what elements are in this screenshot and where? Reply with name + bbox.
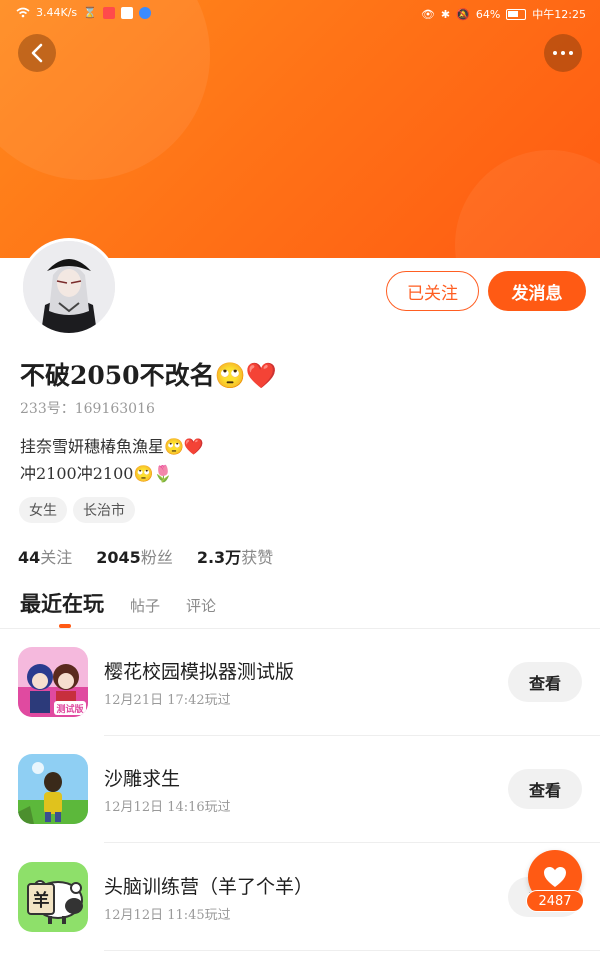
bio-line: 冲2100冲2100🙄🌷 bbox=[20, 464, 174, 483]
net-speed: 3.44K/s bbox=[36, 6, 78, 19]
game-icon-sakura-school: 测试版 bbox=[18, 647, 88, 717]
game-title: 沙雕求生 bbox=[104, 768, 181, 790]
like-count: 2487 bbox=[526, 890, 584, 912]
sheep-char: 羊 bbox=[33, 890, 50, 911]
send-message-button[interactable]: 发消息 bbox=[488, 271, 586, 311]
likes-label: 获赞 bbox=[241, 548, 274, 567]
more-dots-icon bbox=[569, 51, 573, 55]
profile-stats: 44关注 2045粉丝 2.3万获赞 bbox=[18, 544, 273, 568]
view-game-button[interactable]: 查看 bbox=[508, 662, 582, 702]
bio: 挂奈雪妍穗椿魚漁星🙄❤️ 冲2100冲2100🙄🌷 bbox=[20, 433, 204, 487]
hourglass-icon: ⌛ bbox=[83, 6, 97, 19]
followers-stat[interactable]: 2045粉丝 bbox=[96, 544, 173, 568]
game-icon-shadiao-survival bbox=[18, 754, 88, 824]
tab-recently-played[interactable]: 最近在玩 bbox=[20, 588, 104, 618]
tab-comments[interactable]: 评论 bbox=[186, 595, 216, 616]
back-button[interactable] bbox=[18, 34, 56, 72]
bio-line: 挂奈雪妍穗椿魚漁星🙄❤️ bbox=[20, 437, 204, 456]
following-count: 44 bbox=[18, 548, 41, 567]
app-notification-icon bbox=[120, 6, 133, 19]
following-label: 关注 bbox=[40, 548, 73, 567]
gender-tag: 女生 bbox=[19, 497, 67, 523]
app-notification-icon bbox=[102, 6, 115, 19]
followed-button[interactable]: 已关注 bbox=[386, 271, 479, 311]
game-last-played: 12月12日 11:45玩过 bbox=[104, 908, 231, 923]
game-last-played: 12月21日 17:42玩过 bbox=[104, 693, 231, 708]
mute-icon: 🔕 bbox=[456, 7, 470, 21]
profile-banner bbox=[0, 0, 600, 258]
game-list-item[interactable]: 羊 头脑训练营（羊了个羊） 12月12日 11:45玩过 查看 bbox=[0, 862, 600, 960]
heart-icon bbox=[544, 867, 566, 887]
followers-label: 粉丝 bbox=[140, 548, 173, 567]
bluetooth-icon: ✱ bbox=[440, 7, 451, 21]
avatar-image bbox=[23, 241, 115, 333]
battery-percent: 64% bbox=[475, 7, 501, 21]
eye-icon: 👁 bbox=[420, 7, 435, 21]
view-game-button[interactable]: 查看 bbox=[508, 769, 582, 809]
game-list-item[interactable]: 沙雕求生 12月12日 14:16玩过 查看 bbox=[0, 754, 600, 861]
avatar[interactable] bbox=[20, 238, 118, 336]
chevron-left-icon bbox=[31, 43, 43, 63]
divider bbox=[104, 735, 600, 736]
following-stat[interactable]: 44关注 bbox=[18, 544, 72, 568]
game-title: 樱花校园模拟器测试版 bbox=[104, 661, 295, 683]
battery-icon bbox=[506, 8, 527, 20]
followers-count: 2045 bbox=[96, 548, 141, 567]
divider bbox=[104, 950, 600, 951]
location-tag: 长治市 bbox=[73, 497, 135, 523]
tab-posts[interactable]: 帖子 bbox=[130, 595, 160, 616]
divider bbox=[0, 628, 600, 629]
more-button[interactable] bbox=[544, 34, 582, 72]
likes-count: 2.3万 bbox=[196, 548, 242, 567]
game-title: 头脑训练营（羊了个羊） bbox=[104, 876, 314, 898]
app-notification-icon bbox=[138, 6, 151, 19]
more-dots-icon bbox=[553, 51, 557, 55]
likes-stat[interactable]: 2.3万获赞 bbox=[197, 544, 273, 568]
banner-decoration bbox=[0, 0, 210, 180]
more-dots-icon bbox=[561, 51, 565, 55]
game-list-item[interactable]: 测试版 樱花校园模拟器测试版 12月21日 17:42玩过 查看 bbox=[0, 647, 600, 754]
user-id: 233号：169163016 bbox=[20, 401, 155, 417]
game-icon-sheep: 羊 bbox=[18, 862, 88, 932]
banner-decoration bbox=[455, 150, 600, 258]
profile-tabs: 最近在玩 帖子 评论 bbox=[20, 588, 216, 618]
wifi-icon bbox=[16, 7, 30, 18]
game-last-played: 12月12日 14:16玩过 bbox=[104, 800, 231, 815]
test-badge: 测试版 bbox=[56, 703, 83, 715]
status-bar: 3.44K/s ⌛ 👁 ✱ 🔕 64% 中午12:25 bbox=[0, 0, 600, 26]
divider bbox=[104, 842, 600, 843]
username: 不破2050不改名🙄❤️ bbox=[20, 361, 277, 390]
clock: 中午12:25 bbox=[532, 8, 586, 21]
